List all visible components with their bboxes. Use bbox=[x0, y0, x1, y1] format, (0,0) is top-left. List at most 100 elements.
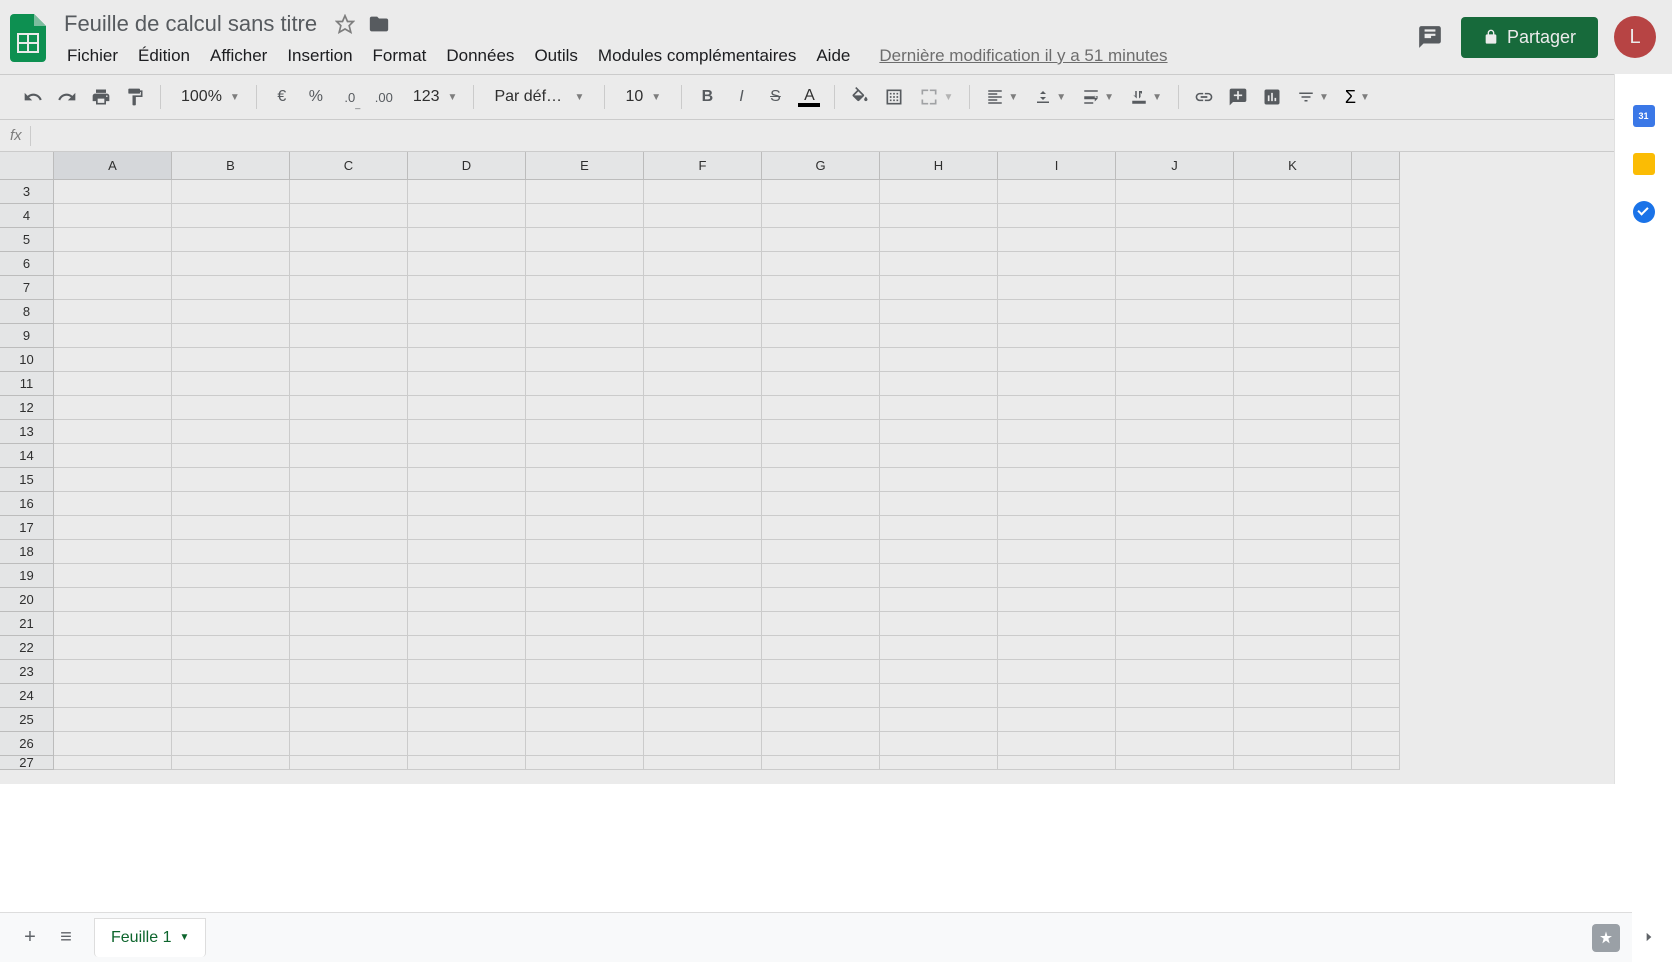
cell[interactable] bbox=[1234, 636, 1352, 660]
insert-comment-icon[interactable] bbox=[1223, 82, 1253, 112]
increase-decimal-button[interactable]: .00 bbox=[369, 82, 399, 112]
row-header[interactable]: 14 bbox=[0, 444, 54, 468]
cell[interactable] bbox=[1352, 420, 1400, 444]
cell[interactable] bbox=[880, 252, 998, 276]
cell[interactable] bbox=[172, 252, 290, 276]
cell[interactable] bbox=[1116, 756, 1234, 770]
cell[interactable] bbox=[762, 372, 880, 396]
cell[interactable] bbox=[290, 396, 408, 420]
cell[interactable] bbox=[172, 492, 290, 516]
cell[interactable] bbox=[644, 372, 762, 396]
cell[interactable] bbox=[762, 636, 880, 660]
cell[interactable] bbox=[172, 324, 290, 348]
cell[interactable] bbox=[998, 180, 1116, 204]
column-header[interactable]: C bbox=[290, 152, 408, 180]
row-header[interactable]: 3 bbox=[0, 180, 54, 204]
column-header[interactable]: F bbox=[644, 152, 762, 180]
cell[interactable] bbox=[1116, 180, 1234, 204]
cell[interactable] bbox=[880, 396, 998, 420]
cell[interactable] bbox=[408, 324, 526, 348]
cell[interactable] bbox=[290, 756, 408, 770]
cell[interactable] bbox=[644, 708, 762, 732]
cell[interactable] bbox=[762, 204, 880, 228]
cell[interactable] bbox=[880, 732, 998, 756]
cell[interactable] bbox=[1116, 300, 1234, 324]
cell[interactable] bbox=[290, 492, 408, 516]
column-header[interactable]: E bbox=[526, 152, 644, 180]
cell[interactable] bbox=[1352, 348, 1400, 372]
cell[interactable] bbox=[762, 396, 880, 420]
cell[interactable] bbox=[54, 300, 172, 324]
cell[interactable] bbox=[644, 636, 762, 660]
star-icon[interactable] bbox=[333, 12, 357, 36]
doc-title[interactable]: Feuille de calcul sans titre bbox=[58, 9, 323, 39]
cell[interactable] bbox=[1234, 708, 1352, 732]
cell[interactable] bbox=[998, 252, 1116, 276]
cell[interactable] bbox=[290, 564, 408, 588]
cell[interactable] bbox=[1116, 684, 1234, 708]
cell[interactable] bbox=[1116, 348, 1234, 372]
cell[interactable] bbox=[1352, 708, 1400, 732]
cell[interactable] bbox=[762, 228, 880, 252]
row-header[interactable]: 19 bbox=[0, 564, 54, 588]
select-all-corner[interactable] bbox=[0, 152, 54, 180]
cell[interactable] bbox=[1116, 660, 1234, 684]
cell[interactable] bbox=[998, 540, 1116, 564]
cell[interactable] bbox=[762, 348, 880, 372]
cell[interactable] bbox=[998, 300, 1116, 324]
row-header[interactable]: 13 bbox=[0, 420, 54, 444]
cell[interactable] bbox=[172, 636, 290, 660]
side-panel-toggle-icon[interactable] bbox=[1634, 922, 1664, 952]
cell[interactable] bbox=[408, 612, 526, 636]
cell[interactable] bbox=[998, 588, 1116, 612]
cell[interactable] bbox=[880, 300, 998, 324]
cell[interactable] bbox=[1234, 588, 1352, 612]
row-header[interactable]: 9 bbox=[0, 324, 54, 348]
cell[interactable] bbox=[408, 564, 526, 588]
row-header[interactable]: 11 bbox=[0, 372, 54, 396]
cell[interactable] bbox=[1116, 540, 1234, 564]
cell[interactable] bbox=[1116, 612, 1234, 636]
cell[interactable] bbox=[1116, 588, 1234, 612]
cell[interactable] bbox=[644, 228, 762, 252]
cell[interactable] bbox=[1234, 612, 1352, 636]
cell[interactable] bbox=[644, 588, 762, 612]
cell[interactable] bbox=[644, 540, 762, 564]
cell[interactable] bbox=[998, 396, 1116, 420]
cell[interactable] bbox=[998, 516, 1116, 540]
row-header[interactable]: 7 bbox=[0, 276, 54, 300]
cell[interactable] bbox=[644, 756, 762, 770]
cell[interactable] bbox=[54, 228, 172, 252]
cell[interactable] bbox=[1116, 396, 1234, 420]
row-header[interactable]: 22 bbox=[0, 636, 54, 660]
column-header[interactable] bbox=[1352, 152, 1400, 180]
cell[interactable] bbox=[526, 276, 644, 300]
italic-button[interactable]: I bbox=[726, 82, 756, 112]
cell[interactable] bbox=[762, 180, 880, 204]
cell[interactable] bbox=[1234, 372, 1352, 396]
cell[interactable] bbox=[408, 180, 526, 204]
undo-icon[interactable] bbox=[18, 82, 48, 112]
cell[interactable] bbox=[172, 180, 290, 204]
cell[interactable] bbox=[762, 444, 880, 468]
cell[interactable] bbox=[1234, 276, 1352, 300]
cell[interactable] bbox=[880, 708, 998, 732]
cell[interactable] bbox=[998, 660, 1116, 684]
cell[interactable] bbox=[526, 636, 644, 660]
text-color-button[interactable]: A bbox=[794, 82, 824, 112]
row-header[interactable]: 26 bbox=[0, 732, 54, 756]
menu-fichier[interactable]: Fichier bbox=[58, 42, 127, 70]
merge-cells-dropdown[interactable]: ▼ bbox=[913, 87, 959, 107]
row-header[interactable]: 24 bbox=[0, 684, 54, 708]
cell[interactable] bbox=[54, 492, 172, 516]
functions-dropdown[interactable]: Σ▼ bbox=[1339, 87, 1376, 108]
cell[interactable] bbox=[762, 708, 880, 732]
cell[interactable] bbox=[1352, 588, 1400, 612]
cell[interactable] bbox=[54, 756, 172, 770]
column-header[interactable]: I bbox=[998, 152, 1116, 180]
cell[interactable] bbox=[762, 732, 880, 756]
cell[interactable] bbox=[408, 684, 526, 708]
cell[interactable] bbox=[526, 732, 644, 756]
decrease-decimal-button[interactable]: .0_ bbox=[335, 82, 365, 112]
cell[interactable] bbox=[54, 588, 172, 612]
